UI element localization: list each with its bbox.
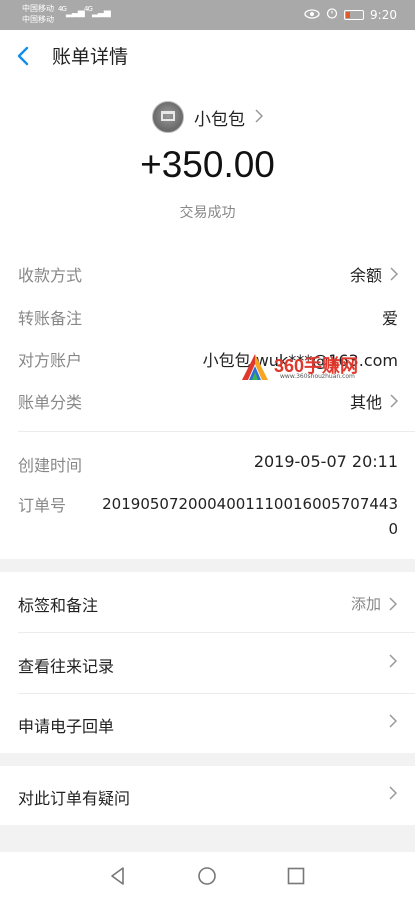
detail-row-category[interactable]: 账单分类 其他: [18, 389, 398, 417]
carrier-1: 中国移动: [22, 4, 54, 13]
transaction-status: 交易成功: [179, 205, 236, 221]
watermark: 360手赚网 www.360shouzhuan.com: [240, 351, 400, 387]
detail-value: 余额: [350, 262, 398, 286]
watermark-url: www.360shouzhuan.com: [280, 373, 355, 380]
category-value: 其他: [349, 393, 382, 412]
view-records-button[interactable]: 查看往来记录: [0, 633, 415, 693]
detail-label: 对方账户: [18, 351, 83, 370]
order-question-button[interactable]: 对此订单有疑问: [0, 766, 415, 825]
order-number-value: 20190507200040011100160057074430: [102, 495, 398, 538]
action-right: [389, 786, 397, 800]
actions-card: 标签和备注 添加 查看往来记录 申请电子回单: [0, 572, 415, 753]
network-type-1: 4G: [58, 5, 67, 13]
carrier-labels: 中国移动 中国移动: [22, 3, 54, 25]
chevron-right-icon: [390, 267, 398, 281]
alarm-icon: [326, 7, 338, 22]
payment-method-value: 余额: [349, 266, 382, 285]
nav-recents-icon[interactable]: [286, 866, 306, 886]
eye-icon: [304, 8, 320, 22]
bill-detail-card: 小包包 +350.00 交易成功 收款方式 余额 转账备注 爱 对方账户 小包包…: [0, 82, 415, 559]
action-label: 对此订单有疑问: [18, 789, 131, 808]
divider: [18, 431, 415, 432]
detail-value: 其他: [350, 389, 398, 413]
detail-row-remark: 转账备注 爱: [18, 305, 398, 333]
status-time: 9:20: [370, 7, 397, 22]
action-label: 申请电子回单: [18, 717, 115, 736]
detail-label: 账单分类: [18, 393, 83, 412]
action-label: 查看往来记录: [18, 657, 115, 676]
battery-icon: [344, 9, 365, 20]
nav-home-icon[interactable]: [197, 866, 217, 886]
payee-name: 小包包: [194, 109, 245, 130]
action-right: 添加: [351, 593, 397, 614]
detail-label: 转账备注: [18, 309, 83, 328]
detail-label: 创建时间: [18, 456, 83, 475]
network-type-2: 4G: [84, 5, 93, 13]
detail-row-payment-method[interactable]: 收款方式 余额: [18, 262, 398, 290]
carrier-2: 中国移动: [22, 15, 54, 24]
detail-row-order-number: 订单号 20190507200040011100160057074430: [18, 492, 398, 544]
avatar: [152, 101, 184, 133]
back-arrow-icon[interactable]: [14, 43, 34, 69]
chevron-right-icon: [389, 714, 397, 728]
status-bar: 中国移动 中国移动 4G ▂▃▅ 4G ▂▃▅ 9:20: [0, 0, 415, 30]
page-title: 账单详情: [52, 46, 129, 68]
action-right: [389, 714, 397, 728]
detail-row-created-time: 创建时间 2019-05-07 20:11: [18, 452, 398, 480]
nav-back-icon[interactable]: [108, 866, 128, 886]
signal-icon-2: ▂▃▅: [92, 8, 111, 18]
detail-label: 收款方式: [18, 266, 83, 285]
chevron-right-icon: [389, 654, 397, 668]
chevron-right-icon: [255, 108, 264, 127]
action-right: [389, 654, 397, 668]
detail-label: 订单号: [18, 496, 67, 515]
chevron-right-icon: [389, 786, 397, 800]
title-bar: 账单详情: [0, 30, 415, 83]
system-nav-bar: [0, 852, 415, 900]
detail-value: 2019-05-07 20:11: [253, 452, 398, 471]
order-question-card: 对此订单有疑问: [0, 766, 415, 825]
signal-icon-1: ▂▃▅: [66, 8, 85, 18]
chevron-right-icon: [389, 596, 397, 611]
tags-and-notes-button[interactable]: 标签和备注 添加: [0, 572, 415, 632]
request-receipt-button[interactable]: 申请电子回单: [0, 693, 415, 753]
transaction-amount: +350.00: [140, 144, 275, 185]
add-hint: 添加: [350, 595, 381, 613]
status-right: 9:20: [304, 7, 397, 22]
payee-row[interactable]: 小包包: [0, 100, 415, 134]
detail-value: 爱: [381, 309, 398, 328]
watermark-logo-icon: [242, 354, 268, 380]
chevron-right-icon: [390, 394, 398, 408]
action-label: 标签和备注: [18, 596, 99, 615]
